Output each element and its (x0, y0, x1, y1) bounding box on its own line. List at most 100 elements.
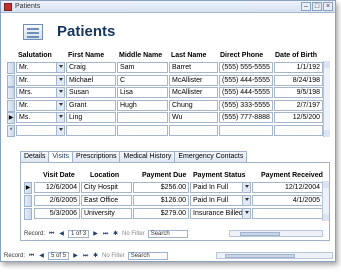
cell-received[interactable]: 4/1/2005 (252, 195, 323, 206)
cell-last[interactable]: McAllister (169, 87, 218, 98)
last-record-icon[interactable]: ⏭ (82, 253, 89, 260)
table-row[interactable]: Mr. Grant Hugh Chung (555) 333-5555 2/7/197 (7, 99, 323, 112)
cell-dob[interactable] (274, 124, 323, 136)
table-row[interactable]: Mrs. Susan Lisa McAllister (555) 444-5555 9/5… (7, 87, 323, 99)
column-header-last-name[interactable]: Last Name (171, 52, 206, 59)
column-header-location[interactable]: Location (90, 172, 119, 179)
cell-dob[interactable]: 9/5/198 (274, 87, 323, 98)
search-field[interactable]: Search (127, 252, 168, 260)
cell-middle[interactable]: Sam (117, 62, 168, 73)
main-horizontal-scrollbar[interactable] (216, 252, 333, 259)
column-header-payment-status[interactable]: Payment Status (193, 172, 246, 179)
cell-salutation[interactable]: Mr. (16, 99, 65, 111)
cell-phone[interactable]: (555) 444-5555 (219, 87, 273, 98)
dropdown-arrow-icon[interactable] (245, 185, 249, 188)
cell-middle[interactable] (117, 112, 168, 123)
scroll-up-icon[interactable] (324, 61, 330, 68)
cell-phone[interactable]: (555) 555-5555 (219, 62, 273, 73)
dropdown-arrow-icon[interactable] (59, 115, 63, 118)
main-vertical-scrollbar[interactable] (323, 61, 330, 137)
tab-prescriptions[interactable]: Prescriptions (72, 151, 121, 162)
cell-last[interactable]: Chung (169, 99, 218, 111)
record-selector[interactable] (7, 99, 15, 112)
cell-due[interactable]: $256.00 (133, 182, 189, 193)
dropdown-arrow-icon[interactable] (59, 127, 63, 131)
cell-last[interactable]: Barret (169, 62, 218, 73)
scroll-up-icon[interactable] (323, 181, 329, 188)
column-header-visit-date[interactable]: Visit Date (43, 172, 75, 179)
cell-date[interactable]: 12/6/2004 (34, 182, 80, 193)
tab-details[interactable]: Details (20, 151, 50, 162)
cell-location[interactable]: East Office (81, 195, 132, 206)
dropdown-arrow-icon[interactable] (59, 102, 63, 106)
filter-status[interactable]: No Filter (122, 230, 145, 239)
cell-salutation[interactable]: Mr. (16, 62, 65, 73)
column-header-salutation[interactable]: Salutation (18, 52, 52, 59)
cell-first[interactable]: Michael (66, 74, 116, 86)
record-selector[interactable] (24, 195, 32, 207)
cell-received[interactable]: 12/12/2004 (252, 182, 323, 193)
tab-emergency-contacts[interactable]: Emergency Contacts (174, 151, 248, 162)
cell-last[interactable]: Wu (169, 112, 218, 123)
cell-salutation[interactable]: Mrs. (16, 87, 65, 98)
new-record-icon[interactable]: ✱ (92, 253, 99, 260)
column-header-date-of-birth[interactable]: Date of Birth (275, 52, 317, 59)
cell-first[interactable]: Grant (66, 99, 116, 111)
cell-last[interactable] (169, 124, 218, 136)
search-field[interactable]: Search (147, 230, 188, 238)
tab-medical-history[interactable]: Medical History (119, 151, 176, 162)
cell-first[interactable]: Susan (66, 87, 116, 98)
column-header-first-name[interactable]: First Name (68, 52, 104, 59)
cell-due[interactable]: $126.00 (133, 195, 189, 206)
record-selector[interactable]: ▶ (7, 112, 15, 124)
cell-dob[interactable]: 12/5/200 (274, 112, 323, 123)
cell-status[interactable]: Paid In Full (190, 195, 251, 206)
record-selector[interactable] (24, 208, 32, 220)
cell-middle[interactable] (117, 124, 168, 136)
maximize-button[interactable]: □ (312, 2, 322, 11)
cell-phone[interactable]: (555) 444-5555 (219, 74, 273, 86)
cell-last[interactable]: McAllister (169, 74, 218, 86)
column-header-payment-due[interactable]: Payment Due (142, 172, 186, 179)
record-position-field[interactable]: 1 of 3 (68, 230, 90, 238)
record-position-field[interactable]: 5 of 5 (48, 252, 70, 260)
cell-phone[interactable] (219, 124, 273, 136)
dropdown-arrow-icon[interactable] (245, 198, 249, 201)
minimize-button[interactable]: – (301, 2, 311, 11)
cell-first[interactable] (66, 124, 116, 136)
scroll-thumb[interactable] (240, 232, 280, 236)
cell-date[interactable]: 5/3/2006 (34, 208, 80, 219)
dropdown-arrow-icon[interactable] (59, 90, 63, 93)
first-record-icon[interactable]: ⏮ (28, 253, 35, 260)
new-record-icon[interactable]: ✱ (112, 231, 119, 238)
previous-record-icon[interactable]: ◀ (38, 253, 45, 260)
column-header-payment-received[interactable]: Payment Received (261, 172, 323, 179)
cell-salutation[interactable]: Mr. (16, 74, 65, 86)
cell-dob[interactable]: 8/24/198 (274, 74, 323, 86)
scroll-down-icon[interactable] (323, 214, 329, 221)
record-selector[interactable]: * (7, 124, 15, 137)
table-row[interactable]: ▶ Ms. Ling Wu (555) 777-8888 12/5/200 (7, 112, 323, 124)
record-selector[interactable]: ▶ (24, 182, 32, 194)
cell-first[interactable]: Ling (66, 112, 116, 123)
cell-received[interactable] (252, 208, 323, 219)
cell-phone[interactable]: (555) 333-5555 (219, 99, 273, 111)
table-row[interactable]: * (7, 124, 323, 137)
column-header-middle-name[interactable]: Middle Name (119, 52, 162, 59)
scroll-thumb[interactable] (225, 254, 295, 258)
cell-location[interactable]: City Hospit (81, 182, 132, 193)
cell-date[interactable]: 2/6/2005 (34, 195, 80, 206)
next-record-icon[interactable]: ▶ (72, 253, 79, 260)
cell-phone[interactable]: (555) 777-8888 (219, 112, 273, 123)
cell-status[interactable]: Paid In Full (190, 182, 251, 193)
close-button[interactable]: × (323, 2, 333, 11)
cell-dob[interactable]: 1/1/192 (274, 62, 323, 73)
dropdown-arrow-icon[interactable] (245, 211, 249, 214)
visits-horizontal-scrollbar[interactable] (229, 230, 323, 237)
cell-middle[interactable]: C (117, 74, 168, 86)
previous-record-icon[interactable]: ◀ (58, 231, 65, 238)
dropdown-arrow-icon[interactable] (59, 65, 63, 68)
first-record-icon[interactable]: ⏮ (48, 231, 55, 238)
cell-salutation[interactable]: Ms. (16, 112, 65, 123)
cell-due[interactable]: $279.00 (133, 208, 189, 219)
